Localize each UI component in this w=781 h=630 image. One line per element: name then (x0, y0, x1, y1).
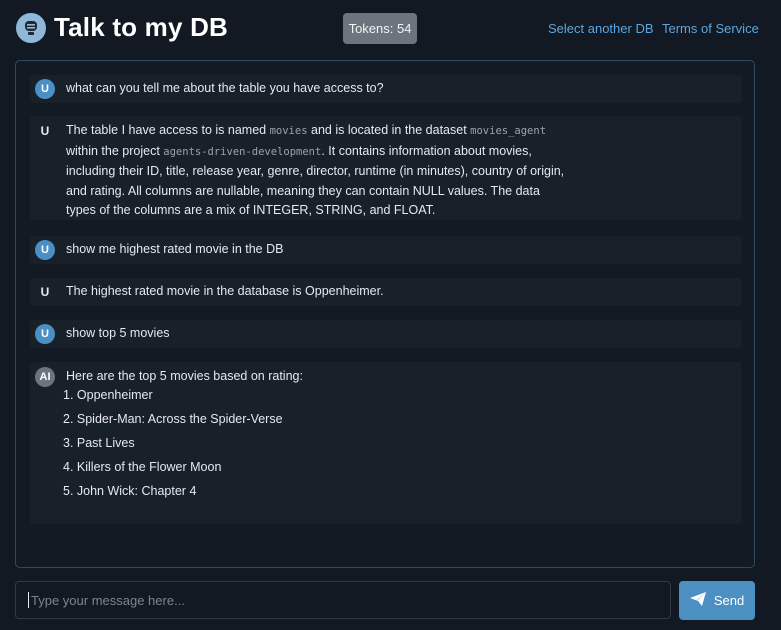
ai-avatar: AI (35, 367, 55, 387)
chat-message-assistant: U The highest rated movie in the databas… (30, 278, 742, 306)
message-line: within the project agents-driven-develop… (66, 143, 532, 158)
paper-plane-icon (689, 592, 706, 609)
message-intro: Here are the top 5 movies based on ratin… (66, 369, 303, 383)
message-text: show me highest rated movie in the DB (66, 242, 284, 256)
input-placeholder: Type your message here... (31, 592, 185, 608)
code-span: movies_agent (470, 125, 547, 137)
message-text: The highest rated movie in the database … (66, 284, 384, 298)
sender-badge: U (40, 124, 50, 138)
list-item: 2. Spider-Man: Across the Spider-Verse (63, 412, 283, 426)
chat-message-user: U show top 5 movies (30, 320, 742, 348)
list-item: 5. John Wick: Chapter 4 (63, 484, 197, 498)
chat-history[interactable]: U what can you tell me about the table y… (15, 60, 755, 568)
send-label: Send (713, 593, 745, 608)
message-line: The table I have access to is named movi… (66, 123, 547, 137)
code-span: agents-driven-development (163, 145, 322, 158)
app-header: Talk to my DB Tokens: 54 Select another … (0, 0, 781, 58)
terms-of-service-link[interactable]: Terms of Service (662, 21, 759, 36)
chat-bot-icon (16, 13, 46, 43)
sender-badge: U (40, 285, 50, 299)
send-button[interactable]: Send (679, 581, 755, 620)
chat-message-ai: AI Here are the top 5 movies based on ra… (30, 362, 742, 524)
chat-message-assistant: U The table I have access to is named mo… (30, 116, 742, 220)
message-text: The table I have access to is named movi… (66, 121, 564, 221)
user-avatar: U (35, 324, 55, 344)
message-line: including their ID, title, release year,… (66, 164, 565, 178)
chat-message-user: U what can you tell me about the table y… (30, 75, 742, 103)
user-avatar: U (35, 240, 55, 260)
message-line: and rating. All columns are nullable, me… (66, 183, 540, 198)
code-span: movies (269, 125, 308, 137)
user-avatar: U (35, 79, 55, 99)
message-input[interactable]: Type your message here... (15, 581, 671, 619)
message-text: what can you tell me about the table you… (66, 81, 384, 95)
message-line: types of the columns are a mix of INTEGE… (66, 203, 436, 217)
list-item: 3. Past Lives (63, 436, 135, 450)
tokens-badge: Tokens: 54 (343, 13, 417, 44)
chat-message-user: U show me highest rated movie in the DB (30, 236, 742, 264)
text-caret (28, 592, 29, 608)
message-text: show top 5 movies (66, 326, 170, 340)
app-title: Talk to my DB (54, 12, 229, 42)
select-db-link[interactable]: Select another DB (548, 21, 654, 36)
list-item: 4. Killers of the Flower Moon (63, 460, 222, 474)
list-item: 1. Oppenheimer (63, 388, 153, 402)
